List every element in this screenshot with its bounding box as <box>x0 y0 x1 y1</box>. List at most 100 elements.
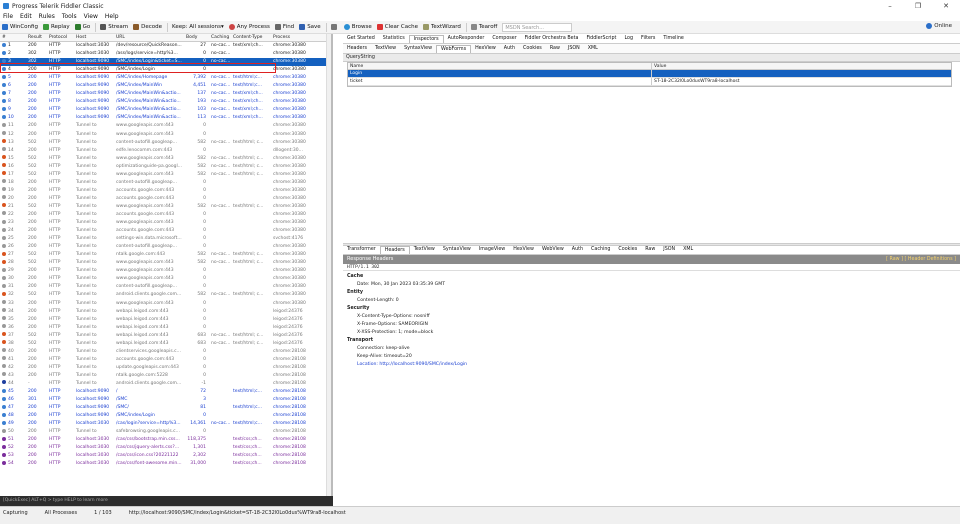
resp-tab-headers[interactable]: Headers <box>379 246 410 254</box>
keep-sessions-dropdown[interactable]: Keep: All sessions ▾ <box>172 24 224 30</box>
session-row[interactable]: 1 200 HTTP localhost:3030/dev/resource/Quic… <box>0 42 331 50</box>
decode-button[interactable]: Decode <box>133 24 162 30</box>
browse-button[interactable]: Browse <box>343 24 372 30</box>
capturing-indicator[interactable]: Capturing <box>0 510 28 516</box>
textwizard-button[interactable]: TextWizard <box>422 24 461 30</box>
session-row[interactable]: 16 502 HTTP Tunnel to optimizationguide-pa.g… <box>0 163 331 171</box>
session-row[interactable]: 32 502 HTTP Tunnel to android.clients.google… <box>0 291 331 299</box>
req-tab-auth[interactable]: Auth <box>500 45 519 53</box>
header-group-title[interactable]: Security <box>343 305 960 313</box>
close-button[interactable]: ✕ <box>932 0 960 12</box>
tab-get-started[interactable]: Get Started <box>343 35 379 43</box>
session-row[interactable]: 4 200 HTTP localhost:9090/SMC/index/Login 0 c… <box>0 66 331 74</box>
resp-tab-imageview[interactable]: ImageView <box>475 246 509 254</box>
session-row[interactable]: 37 502 HTTP Tunnel to webapi.leigod.com:443 6… <box>0 332 331 340</box>
qs-col-name[interactable]: Name <box>348 63 652 69</box>
req-tab-json[interactable]: JSON <box>564 45 584 53</box>
any-process-button[interactable]: Any Process <box>228 24 270 30</box>
session-row[interactable]: 33 200 HTTP Tunnel to www.googleapis.com:443… <box>0 300 331 308</box>
header-group-title[interactable]: Entity <box>343 289 960 297</box>
session-row[interactable]: 9 200 HTTP localhost:9090/SMC/index/MainWin… <box>0 106 331 114</box>
go-button[interactable]: Go <box>74 24 90 30</box>
session-row[interactable]: 18 200 HTTP Tunnel to content-autofill.googl… <box>0 179 331 187</box>
online-status[interactable]: Online <box>926 23 952 29</box>
resp-tab-json[interactable]: JSON <box>659 246 679 254</box>
session-row[interactable]: 15 502 HTTP Tunnel to www.googleapis.com:443… <box>0 155 331 163</box>
col-result[interactable]: Result <box>26 34 47 42</box>
resp-tab-raw[interactable]: Raw <box>641 246 659 254</box>
session-row[interactable]: 44 - HTTP Tunnel to android.clients.google.c… <box>0 380 331 388</box>
col-content-type[interactable]: Content-Type <box>231 34 271 42</box>
session-row[interactable]: 26 200 HTTP Tunnel to content-autofill.googl… <box>0 243 331 251</box>
session-row[interactable]: 11 200 HTTP Tunnel to www.googleapis.com:443… <box>0 122 331 130</box>
session-row[interactable]: 48 200 HTTP localhost:9090/SMC/index/Login 0… <box>0 412 331 420</box>
req-tab-textview[interactable]: TextView <box>371 45 400 53</box>
session-row[interactable]: 12 200 HTTP Tunnel to www.googleapis.com:443… <box>0 131 331 139</box>
session-row[interactable]: 24 200 HTTP Tunnel to accounts.google.com:44… <box>0 227 331 235</box>
col-protocol[interactable]: Protocol <box>47 34 74 42</box>
tab-inspectors[interactable]: Inspectors <box>408 35 444 43</box>
session-row[interactable]: 27 502 HTTP Tunnel to ntalk.google.com:443 58… <box>0 251 331 259</box>
header-group-title[interactable]: Transport <box>343 337 960 345</box>
req-tab-hexview[interactable]: HexView <box>471 45 500 53</box>
session-row[interactable]: 29 200 HTTP Tunnel to www.googleapis.com:443… <box>0 267 331 275</box>
process-filter[interactable]: All Processes <box>42 510 77 516</box>
session-row[interactable]: 43 200 HTTP Tunnel to ntalk.google.com:5228 0… <box>0 372 331 380</box>
session-row[interactable]: 31 200 HTTP Tunnel to content-autofill.googl… <box>0 283 331 291</box>
resp-tab-webview[interactable]: WebView <box>538 246 568 254</box>
tab-fiddler-orchestra-beta[interactable]: Fiddler Orchestra Beta <box>521 35 583 43</box>
qs-col-value[interactable]: Value <box>652 63 951 69</box>
menu-help[interactable]: Help <box>105 13 119 20</box>
camera-button[interactable] <box>330 24 339 30</box>
session-row[interactable]: 7 200 HTTP localhost:9090/SMC/index/MainWin… <box>0 90 331 98</box>
session-row[interactable]: 46 301 HTTP localhost:9090/SMC 3 chrome:28108 <box>0 396 331 404</box>
session-row[interactable]: 6 200 HTTP localhost:9090/SMC/index/MainWin… <box>0 82 331 90</box>
session-row[interactable]: 52 200 HTTP localhost:3030/cas/css/jquery-a… <box>0 444 331 452</box>
req-tab-syntaxview[interactable]: SyntaxView <box>400 45 436 53</box>
replay-button[interactable]: Replay <box>42 24 70 30</box>
session-row[interactable]: 45 200 HTTP localhost:9090 / 72 text/html;c...… <box>0 388 331 396</box>
session-row[interactable]: 54 200 HTTP localhost:3030/cas/css/font-awe… <box>0 460 331 468</box>
session-row[interactable]: 23 200 HTTP Tunnel to www.googleapis.com:443… <box>0 219 331 227</box>
session-row[interactable]: 19 200 HTTP Tunnel to accounts.google.com:44… <box>0 187 331 195</box>
resp-tab-caching[interactable]: Caching <box>587 246 614 254</box>
tab-timeline[interactable]: Timeline <box>659 35 687 43</box>
session-row[interactable]: 41 200 HTTP Tunnel to accounts.google.com:44… <box>0 356 331 364</box>
session-row[interactable]: 20 200 HTTP Tunnel to accounts.google.com:44… <box>0 195 331 203</box>
session-row[interactable]: 35 200 HTTP Tunnel to webapi.leigod.com:443 0… <box>0 316 331 324</box>
maximize-button[interactable]: ❐ <box>904 0 932 12</box>
session-row[interactable]: 2 302 HTTP localhost:3030/ass/logs/service=… <box>0 50 331 58</box>
col-url[interactable]: URL <box>114 34 184 42</box>
session-list[interactable]: # Result Protocol Host URL Body Caching … <box>0 34 333 496</box>
header-group-title[interactable]: Cache <box>343 273 960 281</box>
session-row[interactable]: 13 502 HTTP Tunnel to content-autofill.googl… <box>0 139 331 147</box>
querystring-row[interactable]: ticket ST-18-2C32l0Lo0dusWT9ra8-localhos… <box>348 78 951 86</box>
find-button[interactable]: Find <box>274 24 294 30</box>
menu-view[interactable]: View <box>84 13 98 20</box>
raw-header-definitions-links[interactable]: [ Raw ] [ Header Definitions ] <box>886 255 956 264</box>
tab-fiddlerscript[interactable]: FiddlerScript <box>582 35 620 43</box>
req-tab-headers[interactable]: Headers <box>343 45 371 53</box>
session-row[interactable]: 21 502 HTTP Tunnel to www.googleapis.com:443… <box>0 203 331 211</box>
session-row[interactable]: 42 200 HTTP Tunnel to update.googleapis.com:… <box>0 364 331 372</box>
session-row[interactable]: 14 200 HTTP Tunnel to edfe.lenocomm.com:443 0… <box>0 147 331 155</box>
session-row[interactable]: 3 302 HTTP localhost:9090/SMC/index/Login&t… <box>0 58 331 67</box>
session-row[interactable]: 34 200 HTTP Tunnel to webapi.leigod.com:443 0… <box>0 308 331 316</box>
session-row[interactable]: 17 502 HTTP Tunnel to www.googleapis.com:443… <box>0 171 331 179</box>
menu-rules[interactable]: Rules <box>39 13 55 20</box>
session-row[interactable]: 40 200 HTTP Tunnel to clientservices.googlea… <box>0 348 331 356</box>
col-process[interactable]: Process <box>271 34 307 42</box>
tearoff-button[interactable]: Tearoff <box>470 24 497 30</box>
save-button[interactable]: Save <box>299 24 321 30</box>
session-row[interactable]: 5 200 HTTP localhost:9090/SMC/index/Homepag… <box>0 74 331 82</box>
resp-tab-xml[interactable]: XML <box>679 246 697 254</box>
resp-tab-transformer[interactable]: Transformer <box>343 246 380 254</box>
quickexec-input[interactable]: [QuickExec] ALT+Q > type HELP to learn m… <box>0 496 333 506</box>
col-number[interactable]: # <box>0 34 26 42</box>
menu-tools[interactable]: Tools <box>62 13 77 20</box>
resp-tab-cookies[interactable]: Cookies <box>614 246 641 254</box>
resp-tab-syntaxview[interactable]: SyntaxView <box>439 246 475 254</box>
col-body[interactable]: Body <box>184 34 209 42</box>
tab-log[interactable]: Log <box>620 35 637 43</box>
session-row[interactable]: 10 200 HTTP localhost:9090/SMC/index/MainWi… <box>0 114 331 122</box>
